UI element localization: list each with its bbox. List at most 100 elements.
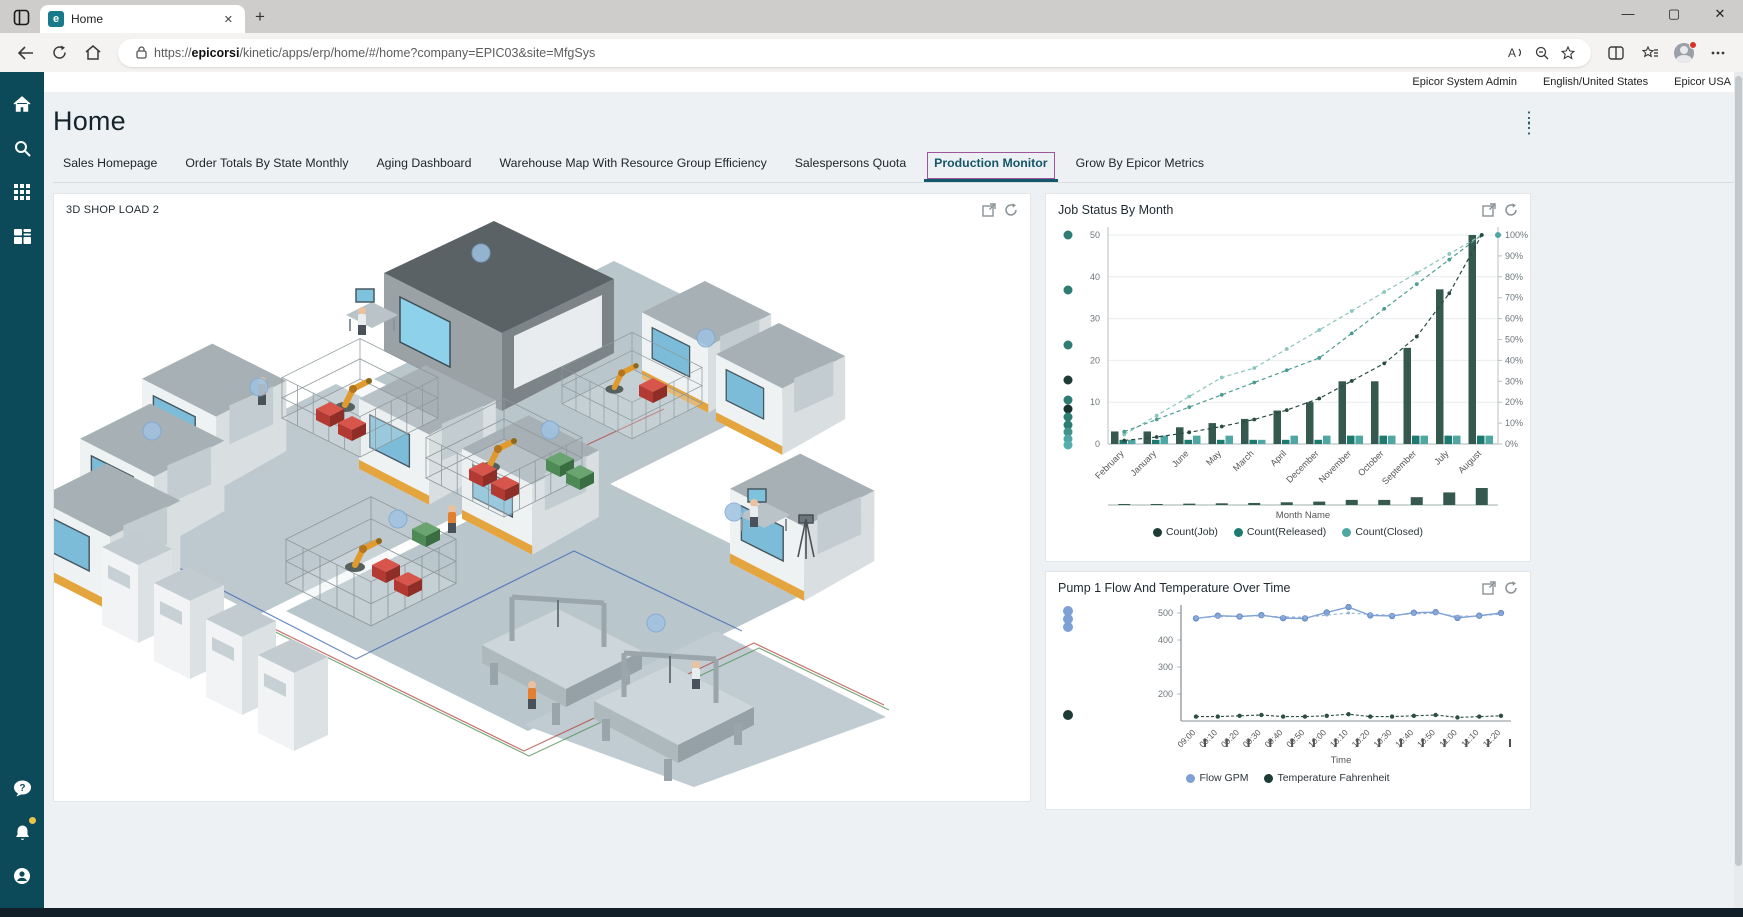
legend-dot-icon [1186, 774, 1195, 783]
sidebar-apps-grid-icon[interactable] [7, 177, 37, 207]
profile-notification-dot [1689, 41, 1697, 49]
svg-text:50: 50 [1090, 230, 1100, 240]
home-icon[interactable] [78, 39, 108, 67]
refresh-icon[interactable] [44, 39, 74, 67]
browser-window: e Home ✕ + — ▢ ✕ https://epicorsi/kineti… [0, 0, 1743, 917]
sidebar-home-icon[interactable] [7, 89, 37, 119]
legend-item[interactable]: Count(Released) [1234, 526, 1326, 538]
svg-text:60%: 60% [1505, 314, 1523, 324]
current-company[interactable]: Epicor USA [1674, 76, 1731, 88]
svg-text:December: December [1284, 448, 1320, 484]
legend-item[interactable]: Count(Job) [1153, 526, 1218, 538]
sidebar-search-icon[interactable] [7, 133, 37, 163]
shop-floor-3d-scene [54, 219, 1030, 791]
browser-menu-icon[interactable] [1703, 39, 1733, 67]
refresh-widget-icon[interactable] [1004, 203, 1018, 217]
svg-text:200: 200 [1158, 689, 1173, 699]
browser-toolbar: https://epicorsi/kinetic/apps/erp/home/#… [0, 33, 1743, 72]
svg-text:August: August [1456, 448, 1483, 475]
svg-text:Time: Time [1331, 755, 1352, 766]
dashboard-tab-grow-by-epicor-metrics[interactable]: Grow By Epicor Metrics [1066, 149, 1214, 182]
browser-titlebar: e Home ✕ + — ▢ ✕ [0, 0, 1743, 33]
back-icon[interactable] [10, 39, 40, 67]
svg-text:June: June [1170, 448, 1191, 469]
svg-text:40%: 40% [1505, 355, 1523, 365]
open-widget-icon[interactable] [1482, 203, 1496, 217]
current-user[interactable]: Epicor System Admin [1412, 76, 1517, 88]
job-status-card: Job Status By Month 010203040500%10%20%3… [1045, 193, 1531, 562]
pump-flow-chart: 50040030020009:0009:1009:2009:3009:4009:… [1046, 597, 1530, 770]
legend-label: Count(Job) [1166, 526, 1218, 538]
minimize-button[interactable]: — [1605, 0, 1651, 30]
svg-text:300: 300 [1158, 662, 1173, 672]
profile-button[interactable] [1669, 39, 1699, 67]
svg-text:11:10: 11:10 [1459, 727, 1481, 749]
current-locale[interactable]: English/United States [1543, 76, 1648, 88]
jobs-chart-legend: Count(Job) Count(Released) Count(Closed) [1046, 526, 1530, 538]
epicor-favicon: e [48, 11, 64, 27]
tab-close-icon[interactable]: ✕ [220, 11, 237, 28]
legend-label: Count(Released) [1247, 526, 1326, 538]
svg-text:90%: 90% [1505, 251, 1523, 261]
open-widget-icon[interactable] [982, 203, 996, 217]
legend-item[interactable]: Flow GPM [1186, 772, 1248, 784]
sidebar-help-icon[interactable]: ? [7, 773, 37, 803]
shop-card-title: 3D SHOP LOAD 2 [66, 204, 982, 216]
page-scrollbar[interactable] [1734, 72, 1743, 908]
legend-item[interactable]: Count(Closed) [1342, 526, 1423, 538]
svg-text:November: November [1317, 448, 1353, 484]
svg-text:10: 10 [1090, 397, 1100, 407]
open-widget-icon[interactable] [1482, 581, 1496, 595]
tab-layout-icon[interactable] [8, 6, 34, 28]
pump-flow-card: Pump 1 Flow And Temperature Over Time 50… [1045, 571, 1531, 810]
sidebar-dashboards-icon[interactable] [7, 221, 37, 251]
legend-dot-icon [1264, 774, 1273, 783]
address-bar[interactable]: https://epicorsi/kinetic/apps/erp/home/#… [118, 39, 1591, 67]
svg-text:09:30: 09:30 [1241, 727, 1263, 749]
svg-text:100%: 100% [1505, 230, 1528, 240]
scrollbar-thumb[interactable] [1735, 76, 1742, 866]
svg-text:40: 40 [1090, 272, 1100, 282]
browser-tab[interactable]: e Home ✕ [40, 5, 245, 33]
refresh-widget-icon[interactable] [1504, 203, 1518, 217]
svg-text:Month Name: Month Name [1276, 510, 1330, 521]
read-aloud-icon[interactable]: A [1503, 41, 1529, 65]
dashboard-tab-order-totals-by-state-monthly[interactable]: Order Totals By State Monthly [175, 149, 358, 182]
new-tab-button[interactable]: + [245, 7, 277, 33]
legend-label: Count(Closed) [1355, 526, 1423, 538]
favorites-list-icon[interactable] [1635, 39, 1665, 67]
svg-text:09:00: 09:00 [1175, 727, 1197, 749]
maximize-button[interactable]: ▢ [1651, 0, 1697, 30]
close-button[interactable]: ✕ [1697, 0, 1743, 30]
refresh-widget-icon[interactable] [1504, 581, 1518, 595]
dashboard-tab-salespersons-quota[interactable]: Salespersons Quota [785, 149, 916, 182]
sidebar-account-icon[interactable] [7, 861, 37, 891]
favorite-star-icon[interactable] [1555, 41, 1581, 65]
svg-text:10:10: 10:10 [1328, 727, 1350, 749]
split-screen-icon[interactable] [1601, 39, 1631, 67]
svg-text:10%: 10% [1505, 418, 1523, 428]
url-text[interactable]: https://epicorsi/kinetic/apps/erp/home/#… [154, 46, 1503, 60]
svg-text:30: 30 [1090, 314, 1100, 324]
tab-title: Home [71, 12, 220, 26]
dashboard-tab-sales-homepage[interactable]: Sales Homepage [53, 149, 167, 182]
kinetic-sidebar: ? [0, 72, 44, 908]
pump-card-title: Pump 1 Flow And Temperature Over Time [1058, 581, 1482, 595]
sidebar-notifications-icon[interactable] [7, 817, 37, 847]
user-context-bar: Epicor System Admin English/United State… [44, 72, 1743, 92]
zoom-out-icon[interactable] [1529, 41, 1555, 65]
svg-text:20: 20 [1090, 355, 1100, 365]
legend-item[interactable]: Temperature Fahrenheit [1264, 772, 1389, 784]
svg-text:11:20: 11:20 [1481, 727, 1503, 749]
svg-text:May: May [1204, 448, 1223, 467]
dashboard-tab-warehouse-map-with-resource-group-efficiency[interactable]: Warehouse Map With Resource Group Effici… [490, 149, 777, 182]
svg-text:50%: 50% [1505, 335, 1523, 345]
dashboard-tab-production-monitor[interactable]: Production Monitor [924, 149, 1057, 182]
dashboard-tab-aging-dashboard[interactable]: Aging Dashboard [366, 149, 481, 182]
svg-text:?: ? [19, 783, 25, 794]
page-overflow-menu-icon[interactable]: ⋮⋮ [1521, 114, 1537, 134]
svg-text:500: 500 [1158, 608, 1173, 618]
dashboard-tabstrip: Sales HomepageOrder Totals By State Mont… [53, 149, 1743, 183]
svg-text:09:50: 09:50 [1284, 727, 1306, 749]
svg-text:09:10: 09:10 [1197, 727, 1219, 749]
